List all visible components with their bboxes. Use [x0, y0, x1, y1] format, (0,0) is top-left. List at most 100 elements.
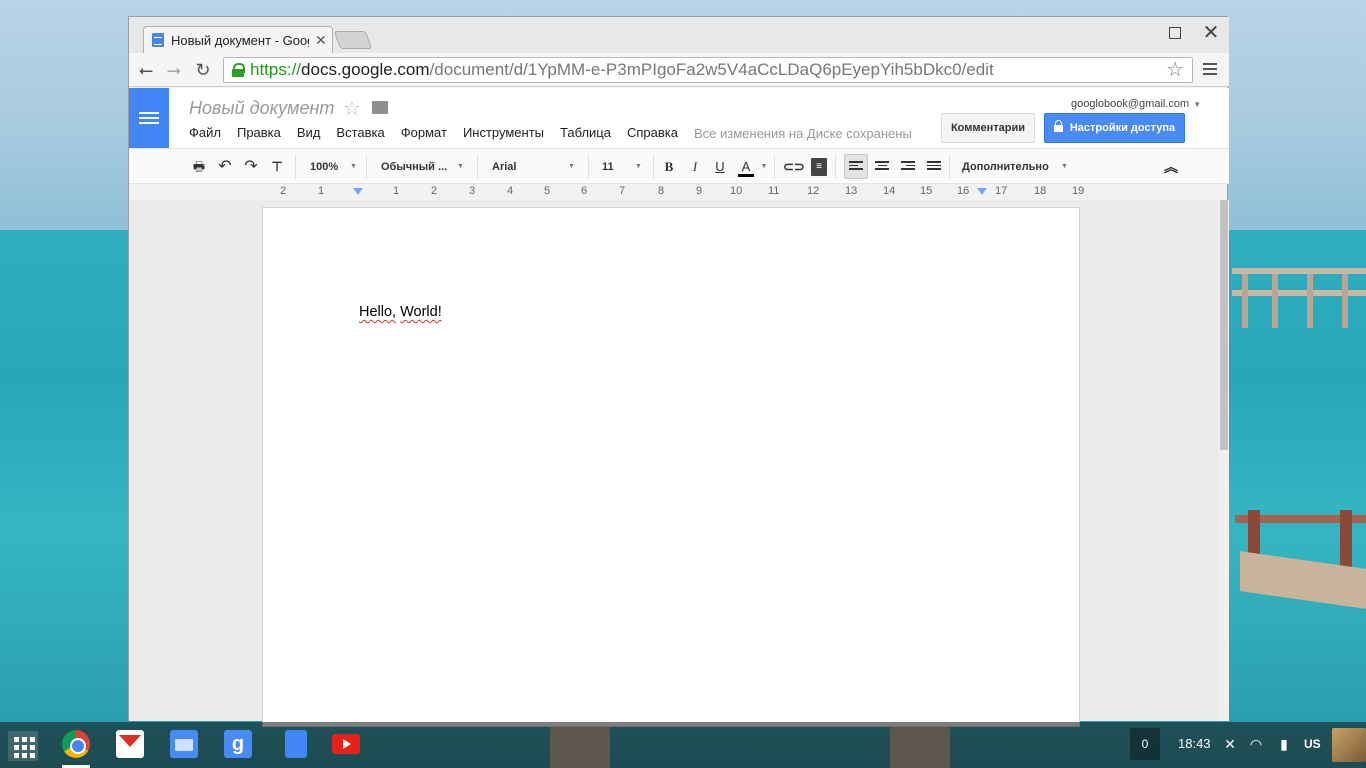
collapse-toolbar-icon[interactable]: ︽ — [1163, 158, 1179, 176]
menu-tools[interactable]: Инструменты — [463, 125, 544, 140]
menu-edit[interactable]: Правка — [237, 125, 281, 140]
paragraph-style-select[interactable]: Обычный ... ▼ — [381, 158, 466, 176]
mute-icon[interactable]: ✕ — [1222, 736, 1238, 752]
ruler-tick: 18 — [1034, 185, 1047, 197]
align-left-icon[interactable] — [849, 161, 863, 173]
bold-button[interactable]: B — [661, 158, 677, 176]
app-launcher-button[interactable] — [8, 731, 38, 761]
document-title[interactable]: Новый документ — [189, 98, 334, 119]
move-to-folder-icon[interactable] — [372, 101, 388, 114]
align-center-icon[interactable] — [875, 161, 889, 173]
menu-insert[interactable]: Вставка — [336, 125, 384, 140]
text-color-button[interactable]: A — [738, 158, 754, 177]
notification-count[interactable]: 0 — [1130, 728, 1160, 760]
files-icon[interactable] — [170, 730, 198, 758]
save-status[interactable]: Все изменения на Диске сохранены — [694, 126, 912, 141]
link-icon[interactable]: ⊂⊃ — [783, 158, 805, 176]
menu-format[interactable]: Формат — [401, 125, 447, 140]
reload-icon[interactable]: ↻ — [192, 59, 214, 81]
google-search-icon[interactable]: g — [224, 730, 252, 758]
google-docs-icon[interactable] — [285, 730, 307, 758]
chrome-icon[interactable] — [62, 730, 90, 758]
user-avatar[interactable] — [1332, 728, 1366, 762]
ruler-tick: 4 — [507, 185, 514, 197]
toolbar-separator — [774, 155, 775, 179]
chevron-down-icon[interactable]: ▼ — [760, 158, 768, 176]
share-button-label: Настройки доступа — [1069, 122, 1176, 134]
document-page[interactable]: Hello, World! — [262, 207, 1080, 727]
align-right-icon[interactable] — [901, 161, 915, 173]
document-body-text[interactable]: Hello, World! — [359, 304, 442, 320]
ruler-tick: 1 — [393, 185, 400, 197]
secure-lock-icon — [231, 63, 245, 77]
ruler-tick: 13 — [845, 185, 858, 197]
ruler-tick: 17 — [995, 185, 1008, 197]
account-email: googlobook@gmail.com — [1071, 98, 1190, 110]
new-tab-button[interactable] — [333, 31, 373, 49]
docs-favicon-icon — [152, 33, 164, 47]
comments-button[interactable]: Комментарии — [941, 113, 1035, 143]
battery-icon[interactable]: ▮ — [1276, 736, 1292, 752]
ruler-tick: 10 — [730, 185, 743, 197]
menu-view[interactable]: Вид — [297, 125, 321, 140]
close-window-button[interactable]: ✕ — [1201, 21, 1221, 45]
tab-title: Новый документ - Goog — [171, 32, 309, 48]
font-select[interactable]: Arial ▼ — [492, 158, 577, 176]
ruler-tick: 1 — [318, 185, 325, 197]
paint-format-icon[interactable]: ⊤ — [269, 158, 285, 176]
left-indent-marker[interactable] — [353, 188, 363, 195]
menu-help[interactable]: Справка — [627, 125, 678, 140]
vertical-scrollbar[interactable] — [1219, 200, 1229, 721]
print-icon[interactable]: 🖶 — [191, 158, 207, 176]
clock[interactable]: 18:43 — [1178, 728, 1211, 760]
star-document-icon[interactable]: ☆ — [343, 96, 361, 121]
right-indent-marker[interactable] — [977, 188, 987, 195]
menu-file[interactable]: Файл — [189, 125, 221, 140]
italic-button[interactable]: I — [687, 158, 703, 176]
document-canvas: Hello, World! — [129, 200, 1219, 727]
share-button[interactable]: Настройки доступа — [1044, 113, 1185, 143]
browser-tab[interactable]: Новый документ - Goog ✕ — [143, 26, 333, 53]
scrollbar-thumb[interactable] — [1220, 200, 1228, 450]
browser-toolbar: ⭠ ⭢ ↻ https://docs.google.com/document/d… — [129, 53, 1229, 87]
justify-icon[interactable] — [927, 161, 941, 173]
maximize-button[interactable] — [1169, 27, 1181, 39]
ruler-tick: 12 — [807, 185, 820, 197]
url-text: https://docs.google.com/document/d/1YpMM… — [250, 60, 994, 79]
wallpaper-pier-post — [1340, 510, 1352, 570]
font-value: Arial — [492, 161, 517, 173]
zoom-select[interactable]: 100% ▼ — [310, 158, 360, 176]
ruler-tick: 15 — [920, 185, 933, 197]
undo-icon[interactable]: ↶ — [216, 158, 234, 176]
docs-home-icon[interactable] — [129, 88, 169, 148]
ruler-tick: 16 — [957, 185, 970, 197]
account-switcher[interactable]: googlobook@gmail.com ▼ — [1071, 98, 1201, 110]
address-bar[interactable]: https://docs.google.com/document/d/1YpMM… — [223, 57, 1193, 83]
wifi-icon[interactable]: ◠ — [1248, 736, 1264, 752]
chevron-down-icon: ▼ — [568, 163, 575, 170]
bookmark-star-icon[interactable]: ☆ — [1166, 58, 1184, 82]
misspelled-word: Hello, — [359, 304, 397, 320]
forward-icon[interactable]: ⭢ — [163, 59, 185, 81]
underline-button[interactable]: U — [712, 158, 728, 176]
ruler-tick: 7 — [619, 185, 626, 197]
toolbar-separator — [835, 155, 836, 179]
more-menu[interactable]: Дополнительно ▼ — [962, 158, 1074, 176]
tab-close-icon[interactable]: ✕ — [315, 32, 327, 49]
lock-icon — [1053, 120, 1063, 133]
browser-window: Новый документ - Goog ✕ ✕ ⭠ ⭢ ↻ https://… — [128, 16, 1229, 727]
font-size-value: 11 — [602, 161, 614, 173]
chrome-menu-icon[interactable] — [1203, 63, 1217, 77]
redo-icon[interactable]: ↷ — [242, 158, 260, 176]
youtube-icon[interactable] — [332, 734, 360, 754]
input-method[interactable]: US — [1304, 728, 1321, 760]
font-size-select[interactable]: 11 ▼ — [602, 158, 644, 176]
comment-icon[interactable]: ≡ — [811, 158, 827, 176]
back-icon[interactable]: ⭠ — [135, 59, 157, 81]
ruler-tick: 8 — [658, 185, 665, 197]
gmail-icon[interactable] — [116, 730, 144, 758]
docs-header: Новый документ ☆ Файл Правка Вид Вставка… — [129, 88, 1229, 148]
ruler-tick: 6 — [581, 185, 588, 197]
chevron-down-icon: ▼ — [457, 163, 464, 170]
menu-table[interactable]: Таблица — [560, 125, 611, 140]
